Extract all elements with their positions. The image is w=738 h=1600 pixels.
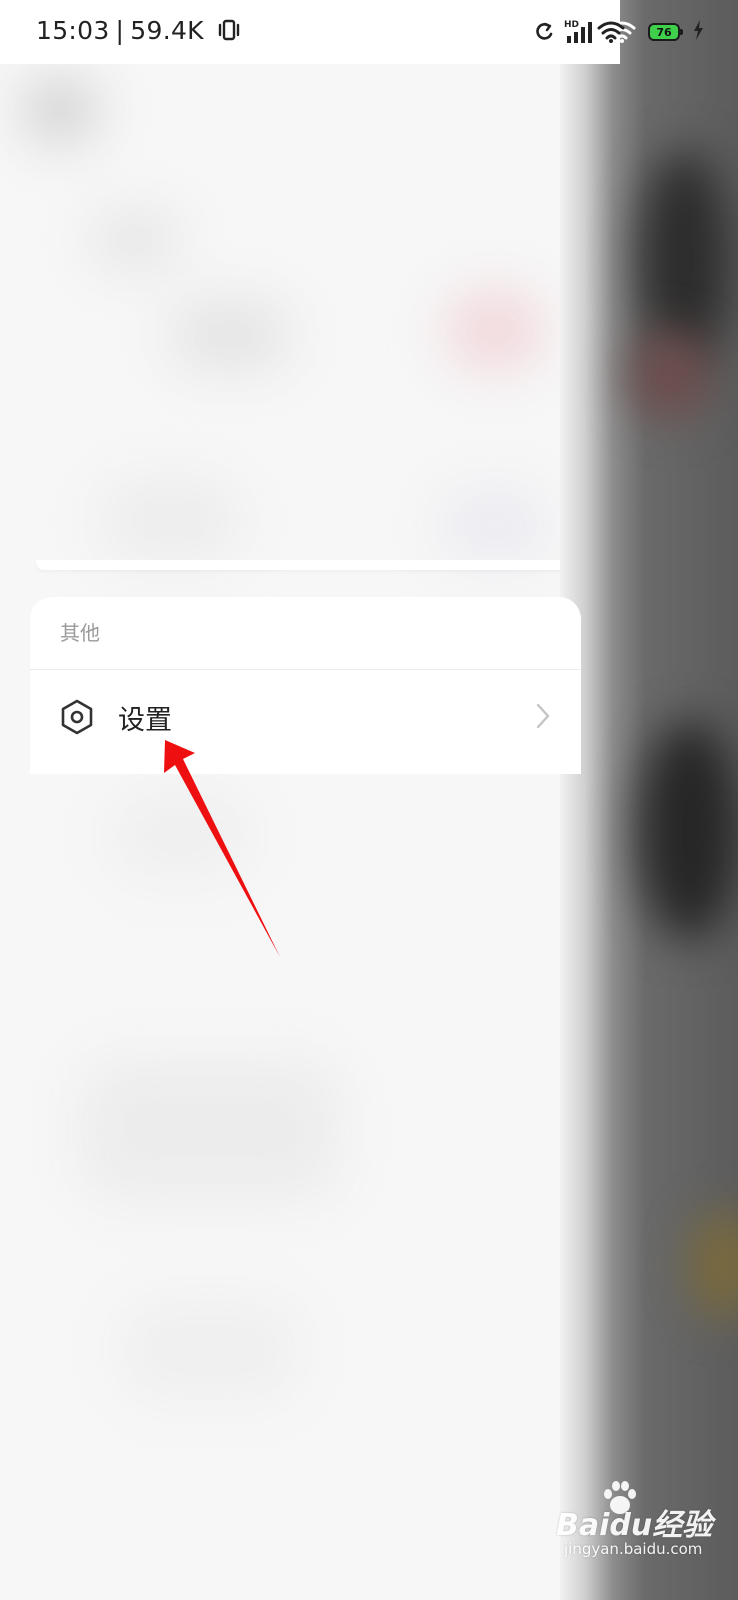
vibrate-icon xyxy=(218,18,240,48)
blurred-content xyxy=(100,480,240,560)
blurred-content xyxy=(440,490,550,560)
blurred-content xyxy=(120,1300,300,1400)
blurred-avatar xyxy=(20,75,100,145)
blurred-content xyxy=(90,210,180,270)
annotation-arrow xyxy=(164,740,280,957)
sync-icon xyxy=(534,21,554,43)
other-section-card: 其他 设置 xyxy=(30,597,581,774)
settings-hexagon-icon xyxy=(60,698,94,736)
status-separator: | xyxy=(115,16,125,45)
chevron-right-icon xyxy=(535,702,551,730)
hd-signal-icon: HD xyxy=(564,19,594,45)
battery-icon: 76 xyxy=(648,23,683,41)
watermark-brand: Baidu经验 xyxy=(556,1508,713,1543)
dimmed-content xyxy=(640,720,738,940)
blurred-content xyxy=(445,290,545,370)
previous-card-edge xyxy=(36,560,586,570)
section-header: 其他 xyxy=(60,621,100,645)
battery-level: 76 xyxy=(656,25,672,39)
status-bar: 15:03 | 59.4K xyxy=(0,0,620,64)
dimmed-content xyxy=(630,330,710,420)
network-speed: 59.4K xyxy=(130,16,204,45)
settings-menu-item[interactable]: 设置 xyxy=(30,670,581,766)
blurred-content xyxy=(80,1060,340,1200)
status-left: 15:03 | 59.4K xyxy=(36,16,240,48)
settings-label: 设置 xyxy=(118,705,172,736)
watermark-url: jingyan.baidu.com xyxy=(564,1540,703,1558)
baidu-watermark: Baidu经验 jingyan.baidu.com xyxy=(556,1480,736,1590)
status-icons: HD xyxy=(534,18,594,46)
svg-text:HD: HD xyxy=(564,20,579,30)
battery-indicator: 76 xyxy=(648,19,704,45)
blurred-content xyxy=(170,300,290,370)
wifi-icon-shadow xyxy=(597,20,625,48)
charging-icon xyxy=(692,19,704,45)
drawer-background xyxy=(0,0,600,1600)
status-time: 15:03 xyxy=(36,16,110,45)
